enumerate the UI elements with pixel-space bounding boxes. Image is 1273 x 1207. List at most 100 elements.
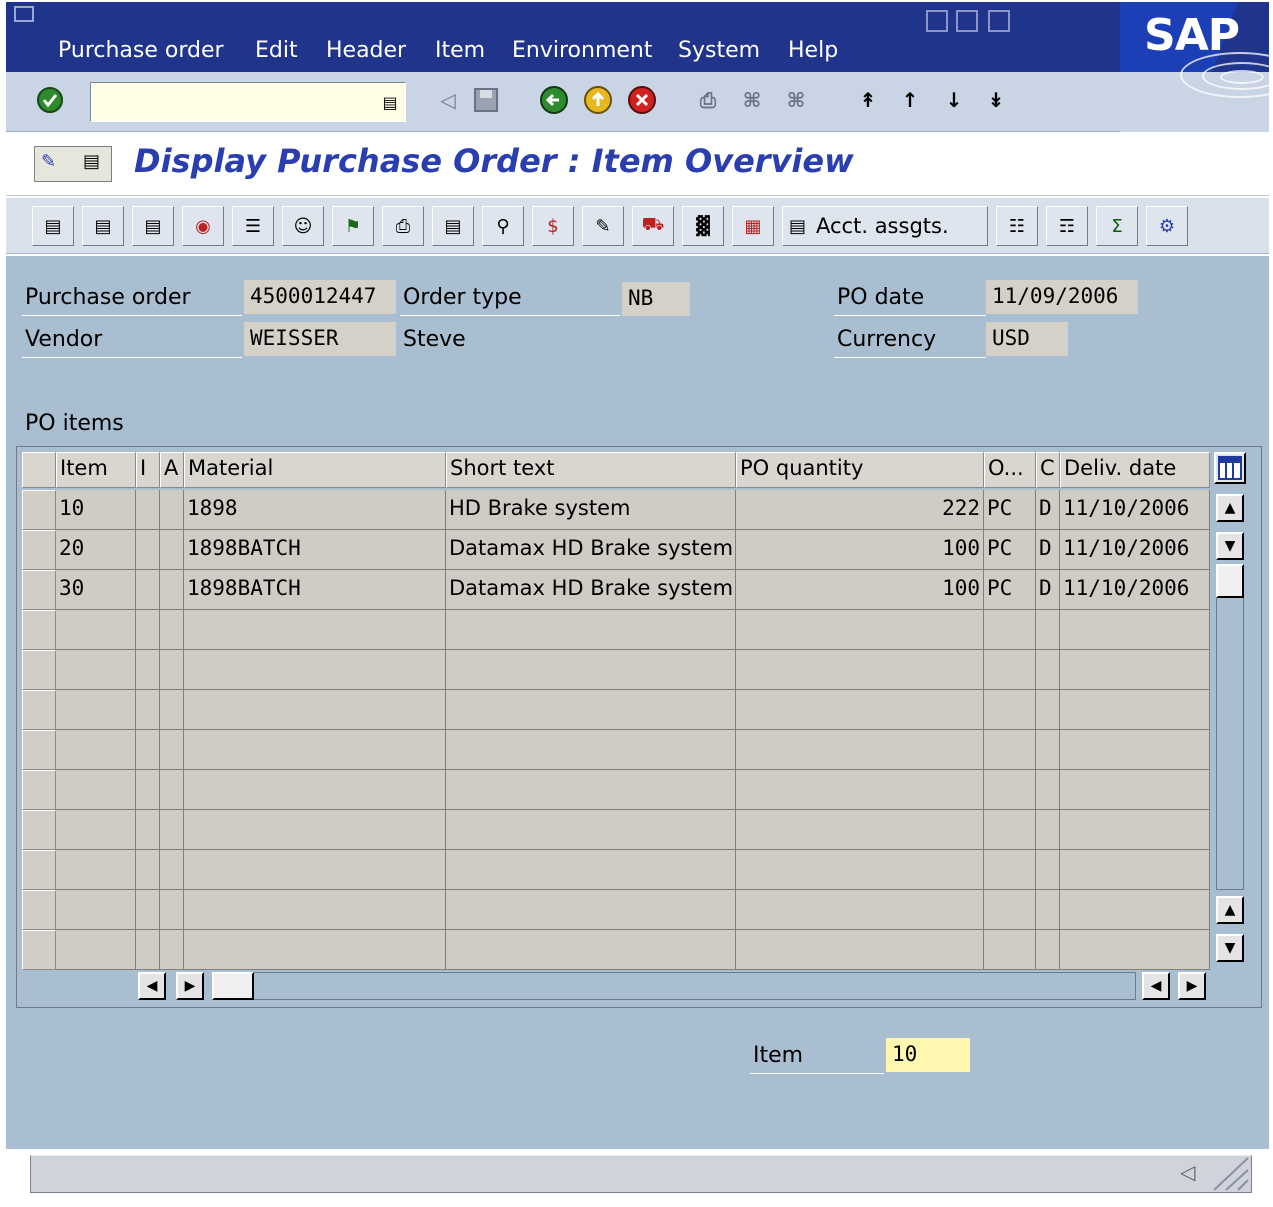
item-input[interactable]: 10 bbox=[886, 1038, 970, 1072]
cell-po-quantity[interactable] bbox=[736, 890, 984, 930]
total-button[interactable]: Σ bbox=[1096, 206, 1138, 246]
col-header-i[interactable]: I bbox=[136, 452, 160, 488]
row-selector[interactable] bbox=[22, 770, 56, 810]
cell-deliv-date[interactable] bbox=[1060, 610, 1210, 650]
cell-material[interactable] bbox=[184, 770, 446, 810]
cell-material[interactable]: 1898BATCH bbox=[184, 570, 446, 610]
cell-item[interactable] bbox=[56, 810, 136, 850]
close-icon[interactable] bbox=[988, 10, 1010, 32]
row-selector[interactable] bbox=[22, 530, 56, 570]
conditions-button[interactable]: $ bbox=[532, 206, 574, 246]
edit-button[interactable]: ✎ bbox=[582, 206, 624, 246]
cell-order-unit[interactable] bbox=[984, 890, 1036, 930]
cell-po-quantity[interactable]: 100 bbox=[736, 570, 984, 610]
cell-short-text[interactable] bbox=[446, 890, 736, 930]
cell-i[interactable] bbox=[136, 770, 160, 810]
cell-i[interactable] bbox=[136, 650, 160, 690]
scroll-left-end-icon[interactable]: ◀ bbox=[1142, 972, 1170, 1000]
cell-i[interactable] bbox=[136, 530, 160, 570]
purchase-order-field[interactable]: 4500012447 bbox=[244, 280, 396, 314]
delivery-button[interactable]: ⛟ bbox=[632, 206, 674, 246]
cell-i[interactable] bbox=[136, 730, 160, 770]
cell-order-unit[interactable] bbox=[984, 610, 1036, 650]
status-toggle-icon[interactable]: ◁ bbox=[1180, 1160, 1195, 1184]
cell-material[interactable]: 1898BATCH bbox=[184, 530, 446, 570]
scroll-right-end-icon[interactable]: ▶ bbox=[1178, 972, 1206, 1000]
cell-c[interactable] bbox=[1036, 810, 1060, 850]
menu-environment[interactable]: Environment bbox=[512, 38, 652, 63]
cell-order-unit[interactable] bbox=[984, 850, 1036, 890]
cell-short-text[interactable] bbox=[446, 730, 736, 770]
cell-a[interactable] bbox=[160, 490, 184, 530]
cell-order-unit[interactable] bbox=[984, 770, 1036, 810]
minimize-icon[interactable] bbox=[926, 10, 948, 32]
print-icon[interactable]: ⎙ bbox=[692, 84, 724, 116]
command-field[interactable] bbox=[90, 82, 406, 122]
select-all-button[interactable] bbox=[22, 452, 56, 488]
cell-item[interactable]: 10 bbox=[56, 490, 136, 530]
header-texts-button[interactable]: ▤ bbox=[432, 206, 474, 246]
cell-c[interactable]: D bbox=[1036, 570, 1060, 610]
cell-c[interactable] bbox=[1036, 850, 1060, 890]
menu-system[interactable]: System bbox=[678, 38, 760, 63]
cell-c[interactable] bbox=[1036, 770, 1060, 810]
cell-a[interactable] bbox=[160, 930, 184, 970]
acct-assgts-button[interactable]: ▤ Acct. assgts. bbox=[782, 206, 988, 246]
cell-deliv-date[interactable] bbox=[1060, 890, 1210, 930]
cell-item[interactable] bbox=[56, 930, 136, 970]
cell-order-unit[interactable]: PC bbox=[984, 530, 1036, 570]
cell-po-quantity[interactable]: 100 bbox=[736, 530, 984, 570]
maximize-icon[interactable] bbox=[956, 10, 978, 32]
cell-short-text[interactable] bbox=[446, 650, 736, 690]
cell-material[interactable] bbox=[184, 730, 446, 770]
row-selector[interactable] bbox=[22, 690, 56, 730]
col-header-deliv-date[interactable]: Deliv. date bbox=[1060, 452, 1210, 488]
cell-item[interactable]: 30 bbox=[56, 570, 136, 610]
vertical-scroll-thumb[interactable] bbox=[1216, 564, 1244, 598]
cell-short-text[interactable] bbox=[446, 930, 736, 970]
col-header-po-quantity[interactable]: PO quantity bbox=[736, 452, 984, 488]
cell-deliv-date[interactable] bbox=[1060, 850, 1210, 890]
cell-i[interactable] bbox=[136, 570, 160, 610]
cell-a[interactable] bbox=[160, 810, 184, 850]
find-next-icon[interactable]: ⌘ bbox=[780, 84, 812, 116]
row-selector[interactable] bbox=[22, 730, 56, 770]
table-settings-icon[interactable] bbox=[1214, 452, 1246, 484]
cell-order-unit[interactable] bbox=[984, 930, 1036, 970]
row-selector[interactable] bbox=[22, 930, 56, 970]
item-overview-button[interactable]: ▤ bbox=[82, 206, 124, 246]
cell-short-text[interactable]: HD Brake system bbox=[446, 490, 736, 530]
cell-material[interactable] bbox=[184, 690, 446, 730]
cell-c[interactable]: D bbox=[1036, 530, 1060, 570]
last-page-icon[interactable]: ↡ bbox=[980, 84, 1012, 116]
cell-short-text[interactable]: Datamax HD Brake system bbox=[446, 530, 736, 570]
row-selector[interactable] bbox=[22, 810, 56, 850]
row-selector[interactable] bbox=[22, 570, 56, 610]
cell-i[interactable] bbox=[136, 930, 160, 970]
cell-deliv-date[interactable] bbox=[1060, 690, 1210, 730]
cell-c[interactable] bbox=[1036, 690, 1060, 730]
cell-deliv-date[interactable] bbox=[1060, 650, 1210, 690]
find-icon[interactable]: ⌘ bbox=[736, 84, 768, 116]
cell-po-quantity[interactable] bbox=[736, 610, 984, 650]
cell-po-quantity[interactable] bbox=[736, 690, 984, 730]
cell-po-quantity[interactable] bbox=[736, 650, 984, 690]
cell-deliv-date[interactable] bbox=[1060, 730, 1210, 770]
cell-short-text[interactable] bbox=[446, 610, 736, 650]
cell-material[interactable] bbox=[184, 650, 446, 690]
menu-help[interactable]: Help bbox=[788, 38, 838, 63]
save-icon[interactable] bbox=[470, 84, 502, 116]
print-preview-button[interactable]: ⎙ bbox=[382, 206, 424, 246]
cell-i[interactable] bbox=[136, 690, 160, 730]
cell-po-quantity[interactable] bbox=[736, 810, 984, 850]
row-selector[interactable] bbox=[22, 490, 56, 530]
cell-deliv-date[interactable]: 11/10/2006 bbox=[1060, 570, 1210, 610]
cell-order-unit[interactable] bbox=[984, 730, 1036, 770]
cell-i[interactable] bbox=[136, 890, 160, 930]
schedule-button[interactable]: ▦ bbox=[732, 206, 774, 246]
col-header-a[interactable]: A bbox=[160, 452, 184, 488]
display-change-button[interactable]: ✎ ▤ bbox=[34, 146, 112, 182]
currency-field[interactable]: USD bbox=[986, 322, 1068, 356]
scroll-up-icon[interactable]: ▲ bbox=[1216, 494, 1244, 522]
cell-c[interactable] bbox=[1036, 650, 1060, 690]
